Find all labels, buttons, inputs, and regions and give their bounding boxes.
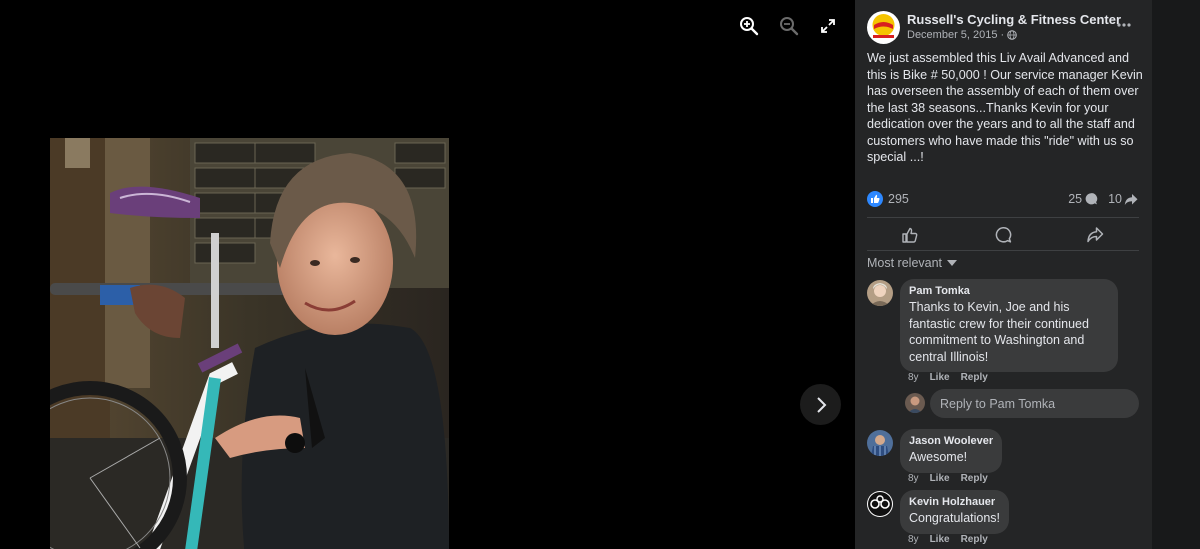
divider — [867, 250, 1139, 251]
page-name[interactable]: Russell's Cycling & Fitness Center — [907, 12, 1121, 27]
comment-icon — [995, 227, 1012, 243]
comment-bubble: Kevin Holzhauer Congratulations! — [900, 490, 1010, 534]
comment-author[interactable]: Pam Tomka — [909, 285, 1109, 297]
reaction-count: 295 — [888, 192, 909, 206]
post-date: December 5, 2015 · — [907, 29, 1017, 41]
comment-count[interactable]: 25 — [1068, 192, 1098, 206]
post-date-text[interactable]: December 5, 2015 — [907, 29, 998, 41]
comment-reply-button[interactable]: Reply — [961, 372, 988, 383]
comment-button[interactable] — [958, 222, 1048, 248]
zoom-in-icon[interactable] — [735, 12, 763, 40]
comment-bubble-icon — [1085, 193, 1098, 205]
comment-reply-button[interactable]: Reply — [961, 473, 988, 484]
comment-reply-button[interactable]: Reply — [961, 534, 988, 545]
avatar[interactable] — [867, 430, 893, 456]
post-text: We just assembled this Liv Avail Advance… — [867, 51, 1143, 164]
page-avatar[interactable] — [867, 11, 900, 44]
post-photo — [50, 138, 449, 549]
share-button[interactable] — [1050, 222, 1140, 248]
comment-text: Awesome! — [909, 450, 968, 464]
avatar[interactable] — [867, 280, 893, 306]
like-button[interactable] — [865, 222, 955, 248]
engagement-counts: 25 10 — [1068, 192, 1138, 206]
like-reaction-icon — [867, 191, 883, 207]
avatar[interactable] — [867, 491, 893, 517]
comment-age[interactable]: 8y — [908, 534, 919, 545]
comment-meta: 8y Like Reply — [908, 372, 988, 383]
comment-bubble: Pam Tomka Thanks to Kevin, Joe and his f… — [900, 279, 1118, 372]
more-icon — [1117, 23, 1131, 27]
reply-input[interactable] — [930, 389, 1139, 418]
post-panel: Russell's Cycling & Fitness Center Decem… — [855, 0, 1152, 549]
avatar — [905, 393, 925, 413]
share-count[interactable]: 10 — [1108, 192, 1138, 206]
comment-sort-dropdown[interactable]: Most relevant — [867, 256, 958, 270]
comment-age[interactable]: 8y — [908, 473, 919, 484]
next-photo-button[interactable] — [800, 384, 841, 425]
share-arrow-icon — [1124, 193, 1138, 205]
share-count-text: 10 — [1108, 192, 1122, 206]
comment-age[interactable]: 8y — [908, 372, 919, 383]
page-background — [1152, 0, 1200, 549]
globe-icon — [1007, 30, 1017, 40]
caret-down-icon — [947, 260, 958, 266]
comment-author[interactable]: Jason Woolever — [909, 435, 993, 447]
comment-like-button[interactable]: Like — [930, 534, 950, 545]
comment-text: Thanks to Kevin, Joe and his fantastic c… — [909, 300, 1089, 364]
sort-label: Most relevant — [867, 256, 943, 270]
comment-meta: 8y Like Reply — [908, 473, 988, 484]
photo-viewer — [0, 0, 855, 549]
more-options-button[interactable] — [1113, 16, 1135, 34]
divider — [867, 217, 1139, 218]
comment-count-text: 25 — [1068, 192, 1083, 206]
comment-like-button[interactable]: Like — [930, 372, 950, 383]
zoom-out-icon[interactable] — [775, 12, 803, 40]
reactions-summary[interactable]: 295 — [867, 191, 909, 207]
share-icon — [1087, 227, 1104, 243]
like-icon — [902, 227, 918, 243]
comment-meta: 8y Like Reply — [908, 534, 988, 545]
comment-bubble: Jason Woolever Awesome! — [900, 429, 1003, 473]
comment-text: Congratulations! — [909, 511, 1001, 525]
expand-icon[interactable] — [814, 12, 842, 40]
comment-like-button[interactable]: Like — [930, 473, 950, 484]
chevron-right-icon — [816, 396, 826, 413]
comment-author[interactable]: Kevin Holzhauer — [909, 496, 1000, 508]
